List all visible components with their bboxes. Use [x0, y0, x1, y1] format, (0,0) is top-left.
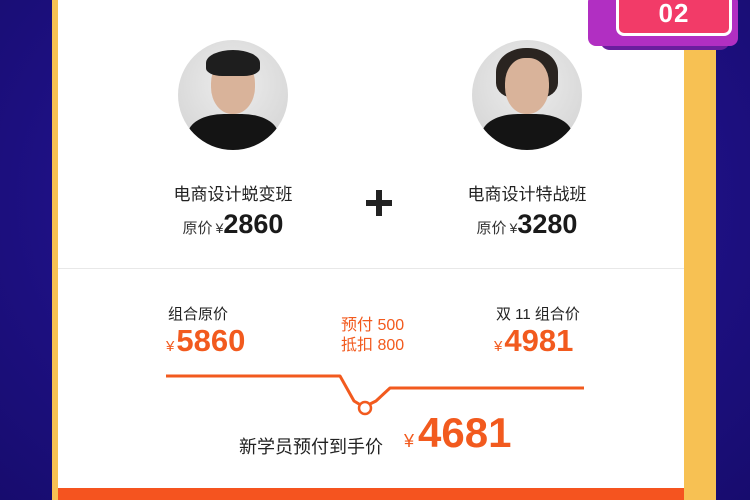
final-price: ¥4681: [404, 409, 511, 457]
pricing-section: 组合原价 ¥5860 预付 500 抵扣 800 双 11 组合价 ¥4981 …: [58, 269, 684, 500]
teacher-1-price: 原价 ¥2860: [133, 209, 333, 240]
price-prefix: 原价: [182, 220, 213, 237]
teacher-card-1[interactable]: 电商设计蜕变班 原价 ¥2860: [133, 40, 333, 240]
connector-dot-icon: [357, 400, 373, 416]
teacher-1-price-value: 2860: [223, 209, 284, 239]
teacher-2-avatar: [472, 40, 582, 150]
final-price-value: 4681: [418, 409, 512, 456]
currency-symbol: ¥: [404, 431, 415, 451]
teacher-card-2[interactable]: 电商设计特战班 原价 ¥3280: [427, 40, 627, 240]
teacher-2-course-name: 电商设计特战班: [467, 185, 587, 204]
price-prefix: 原价: [476, 220, 507, 237]
teacher-2-price: 原价 ¥3280: [427, 209, 627, 240]
cta-bar[interactable]: [58, 488, 684, 500]
plus-icon: [366, 188, 396, 218]
promo-card: 电商设计蜕变班 原价 ¥2860 电商设计特战班 原价 ¥3280 组合原价 ¥58…: [58, 0, 684, 500]
final-price-label: 新学员预付到手价: [239, 437, 383, 457]
teacher-1-avatar: [178, 40, 288, 150]
teacher-2-price-value: 3280: [517, 209, 578, 239]
teacher-1-course-name: 电商设计蜕变班: [173, 185, 293, 204]
section-number-badge: 02: [616, 0, 732, 36]
price-connector-line: [166, 374, 584, 416]
